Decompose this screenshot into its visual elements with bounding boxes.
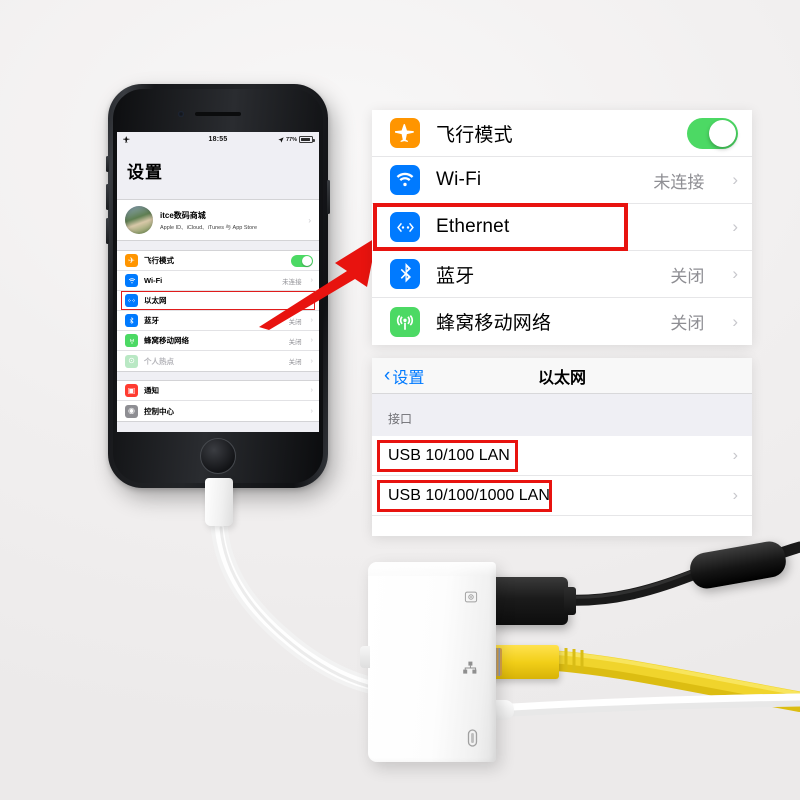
account-name: itce数码商城 [160, 210, 206, 220]
interface-label: USB 10/100 LAN [388, 446, 510, 464]
settings-row-wifi[interactable]: Wi-Fi 未连接 › [372, 157, 752, 204]
ethernet-interface-row-usb-10-100-1000[interactable]: USB 10/100/1000 LAN › [372, 476, 752, 516]
ethernet-icon [390, 212, 420, 242]
location-arrow-icon [278, 136, 284, 143]
front-camera [178, 111, 184, 117]
settings-row-bluetooth[interactable]: 蓝牙 关闭 › [372, 251, 752, 298]
notifications-icon: ▣ [125, 384, 138, 397]
settings-list-panel: 飞行模式 Wi-Fi 未连接 › Ethernet › 蓝牙 关闭 › 蜂窝移动… [372, 110, 752, 345]
settings-row-label: 蓝牙 [436, 265, 475, 287]
wifi-icon [390, 165, 420, 195]
settings-row-cellular[interactable]: 蜂窝移动网络 关闭 › [372, 298, 752, 345]
cellular-icon [125, 334, 138, 347]
wifi-icon [125, 274, 138, 287]
chevron-right-icon: › [732, 311, 738, 331]
phone-status-bar: 18:55 77% [117, 132, 319, 147]
settings-row-label: 飞行模式 [436, 124, 513, 146]
settings-row-label: Wi-Fi [436, 169, 482, 190]
settings-row-value: 关闭 [670, 314, 705, 333]
phone-page-title: 设置 [117, 147, 319, 190]
interface-section-header: 接口 [372, 394, 752, 436]
power-button[interactable] [327, 180, 330, 214]
cable-boot-ribs [564, 648, 584, 672]
phone-row-label: 个人热点 [144, 356, 174, 366]
hotspot-icon: ⊙ [125, 354, 138, 368]
screenshot-root: 18:55 77% 设置 itce数码商城 Apple ID、iCloud、iT… [0, 0, 800, 800]
account-subtitle: Apple ID、iCloud、iTunes 与 App Store [160, 224, 258, 231]
chevron-right-icon: › [310, 407, 313, 415]
bluetooth-icon [125, 314, 138, 327]
settings-row-label: Ethernet [436, 216, 510, 237]
control-center-icon: ◉ [125, 404, 138, 418]
phone-row-control-center[interactable]: ◉ 控制中心 › [117, 401, 319, 421]
chevron-right-icon: › [732, 446, 738, 464]
red-pointer-arrow [259, 237, 377, 330]
lightning-connector-icon [467, 729, 478, 752]
phone-row-hotspot[interactable]: ⊙ 个人热点 关闭 › [117, 351, 319, 371]
camera-icon [464, 590, 478, 609]
phone-row-cellular[interactable]: 蜂窝移动网络 关闭 › [117, 331, 319, 351]
chevron-right-icon: › [732, 486, 738, 504]
network-icon [462, 660, 478, 681]
chevron-right-icon: › [308, 215, 311, 225]
volume-up-button[interactable] [106, 184, 109, 210]
settings-row-value: 未连接 [653, 172, 705, 192]
phone-row-label: 蜂窝移动网络 [144, 336, 189, 345]
airplane-icon: ✈ [125, 254, 138, 267]
cellular-icon [390, 306, 420, 337]
ethernet-panel: ‹ 设置 以太网 接口 USB 10/100 LAN › USB 10/100/… [372, 358, 752, 536]
phone-row-label: 通知 [144, 386, 159, 395]
rj45-contacts [486, 648, 502, 676]
status-right-cluster: 77% [278, 136, 315, 143]
battery-percent: 77% [285, 136, 297, 143]
settings-row-ethernet[interactable]: Ethernet › [372, 203, 752, 251]
settings-row-airplane-mode[interactable]: 飞行模式 [372, 110, 752, 157]
phone-row-label: 控制中心 [144, 406, 174, 416]
adapter-side-nub [360, 646, 370, 668]
battery-icon [299, 136, 315, 143]
home-button[interactable] [200, 438, 236, 474]
avatar [125, 206, 153, 234]
interface-label: USB 10/100/1000 LAN [388, 486, 550, 504]
ethernet-nav-bar: ‹ 设置 以太网 [372, 358, 752, 394]
chevron-right-icon: › [732, 217, 738, 236]
bluetooth-icon [390, 259, 420, 289]
ethernet-icon [125, 294, 138, 307]
ethernet-interface-row-usb-10-100[interactable]: USB 10/100 LAN › [372, 436, 752, 476]
usb-a-plug [490, 577, 576, 625]
ferrite-bead [687, 538, 789, 592]
ethernet-page-title: 以太网 [537, 369, 586, 387]
chevron-right-icon: › [310, 357, 313, 365]
rj45-plug [487, 645, 559, 679]
lightning-to-usb-ethernet-adapter [360, 562, 496, 762]
chevron-right-icon: › [310, 337, 313, 344]
airplane-icon [390, 118, 420, 148]
chevron-right-icon: › [310, 387, 313, 394]
phone-row-value: 关闭 [288, 338, 302, 346]
phone-system-group: ▣ 通知 › ◉ 控制中心 › [117, 380, 319, 422]
phone-row-value: 关闭 [288, 359, 302, 366]
settings-row-label: 蜂窝移动网络 [436, 313, 552, 334]
airplane-mode-toggle[interactable] [687, 117, 738, 149]
mute-switch[interactable] [106, 156, 109, 172]
earpiece-speaker [195, 112, 241, 116]
volume-down-button[interactable] [106, 218, 109, 244]
chevron-right-icon: › [732, 170, 738, 189]
white-connector [470, 700, 514, 720]
settings-row-value: 关闭 [670, 266, 705, 286]
phone-row-notifications[interactable]: ▣ 通知 › [117, 381, 319, 401]
chevron-right-icon: › [732, 264, 738, 283]
